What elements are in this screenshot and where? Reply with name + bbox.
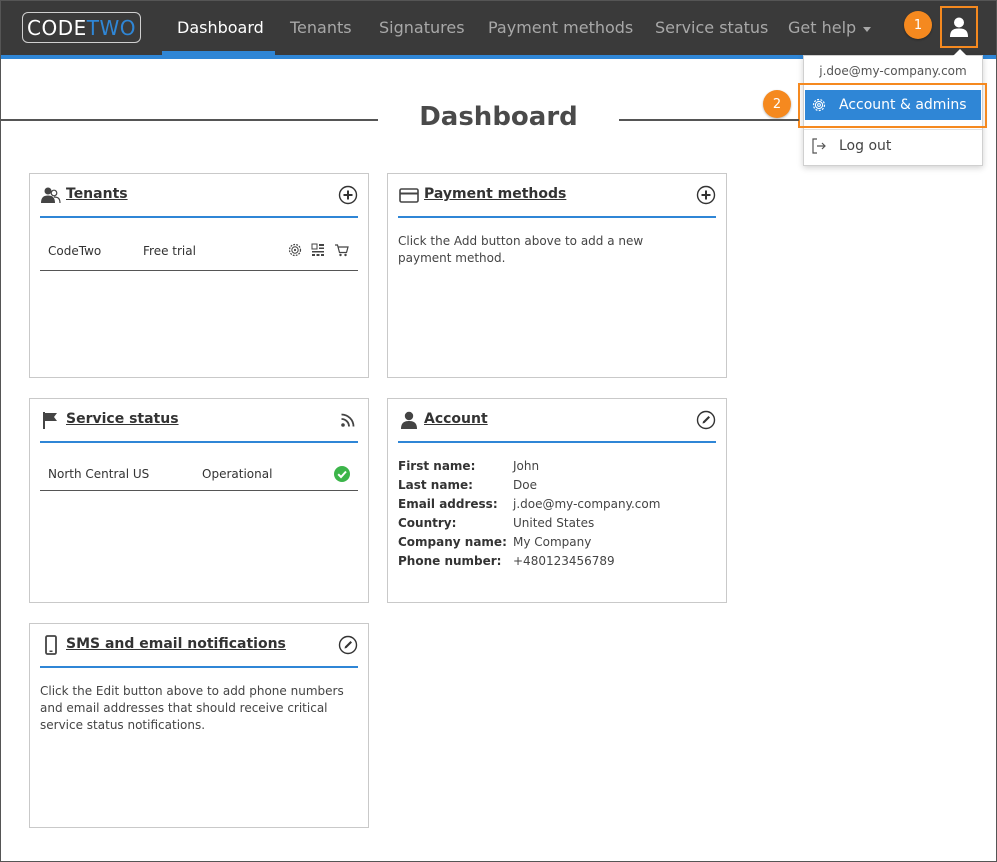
dropdown-arrow <box>953 49 967 56</box>
sms-notifications-hint: Click the Edit button above to add phone… <box>40 684 344 732</box>
step-badge-1: 1 <box>904 11 932 39</box>
last-name-value: Doe <box>513 478 537 492</box>
account-card-header: Account <box>398 407 716 443</box>
sms-card-header: SMS and email notifications <box>40 632 358 668</box>
user-icon <box>401 411 417 429</box>
service-status-card-title[interactable]: Service status <box>66 411 179 427</box>
logout-icon <box>812 138 826 154</box>
service-status-card-header: Service status <box>40 407 358 443</box>
payment-methods-hint: Click the Add button above to add a new … <box>398 234 644 265</box>
payment-methods-card-header: Payment methods <box>398 182 716 218</box>
user-menu-button[interactable] <box>940 6 978 48</box>
sms-email-notifications-card: SMS and email notifications Click the Ed… <box>29 623 369 828</box>
nav-service-status[interactable]: Service status <box>655 0 768 55</box>
service-status-text: Operational <box>202 467 273 481</box>
tenant-settings-gear-icon[interactable] <box>288 243 302 257</box>
logo-two-text: TWO <box>86 15 136 40</box>
country-value: United States <box>513 516 595 530</box>
country-label: Country: <box>398 516 457 530</box>
account-card-title[interactable]: Account <box>424 411 488 427</box>
tenant-license-icon[interactable] <box>311 243 325 257</box>
add-payment-method-button[interactable] <box>696 185 716 205</box>
menu-divider <box>804 129 982 130</box>
tenants-card-header: Tenants <box>40 182 358 218</box>
logo-code-text: CODE <box>27 15 87 40</box>
nav-get-help[interactable]: Get help <box>788 0 872 55</box>
nav-get-help-label: Get help <box>788 18 857 37</box>
account-card: Account First name: John Last name: Doe … <box>387 398 727 603</box>
title-divider-left <box>0 119 378 121</box>
last-name-label: Last name: <box>398 478 473 492</box>
payment-methods-card-title[interactable]: Payment methods <box>424 186 566 202</box>
edit-notifications-button[interactable] <box>338 635 358 655</box>
highlight-outline <box>798 83 987 128</box>
user-icon <box>950 17 968 37</box>
email-address-value: j.doe@my-company.com <box>513 497 661 511</box>
tenants-card-title[interactable]: Tenants <box>66 186 128 202</box>
edit-account-button[interactable] <box>696 410 716 430</box>
chevron-down-icon <box>863 26 872 32</box>
nav-signatures[interactable]: Signatures <box>379 0 465 55</box>
step-badge-2: 2 <box>763 90 791 118</box>
flag-icon <box>43 412 57 429</box>
tenant-plan: Free trial <box>143 244 196 258</box>
nav-dashboard[interactable]: Dashboard <box>177 0 264 55</box>
company-name-label: Company name: <box>398 535 507 549</box>
first-name-label: First name: <box>398 459 476 473</box>
phone-number-label: Phone number: <box>398 554 502 568</box>
check-circle-icon <box>334 466 350 482</box>
service-status-row: North Central US Operational <box>40 454 358 491</box>
nav-payment-methods[interactable]: Payment methods <box>488 0 633 55</box>
menu-item-logout-label: Log out <box>839 138 892 154</box>
credit-card-icon <box>399 188 419 203</box>
menu-item-logout[interactable]: Log out <box>805 133 981 159</box>
sms-card-title[interactable]: SMS and email notifications <box>66 636 286 652</box>
page-title: Dashboard <box>419 102 578 132</box>
first-name-value: John <box>513 459 540 473</box>
user-email: j.doe@my-company.com <box>819 64 967 78</box>
shopping-cart-icon[interactable] <box>334 243 349 257</box>
tenant-row: CodeTwo Free trial <box>40 231 358 271</box>
mobile-phone-icon <box>45 635 57 655</box>
rss-feed-icon[interactable] <box>338 410 358 430</box>
title-divider-right <box>619 119 799 121</box>
service-region: North Central US <box>48 467 150 481</box>
tenants-card: Tenants CodeTwo Free trial <box>29 173 369 378</box>
service-status-card: Service status North Central US Operatio… <box>29 398 369 603</box>
codetwo-logo[interactable]: CODE TWO <box>22 12 141 43</box>
add-tenant-button[interactable] <box>338 185 358 205</box>
payment-methods-card: Payment methods Click the Add button abo… <box>387 173 727 378</box>
tenant-name: CodeTwo <box>48 244 102 258</box>
email-address-label: Email address: <box>398 497 498 511</box>
phone-number-value: +480123456789 <box>513 554 615 568</box>
company-name-value: My Company <box>513 535 592 549</box>
top-navbar: CODE TWO Dashboard Tenants Signatures Pay… <box>0 0 997 55</box>
nav-tenants[interactable]: Tenants <box>290 0 352 55</box>
users-icon <box>41 187 61 204</box>
